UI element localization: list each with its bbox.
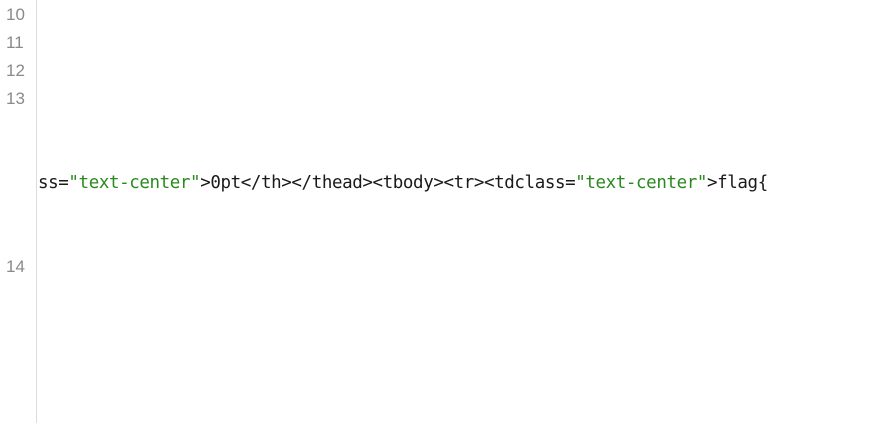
- line-number: 13: [6, 89, 25, 108]
- code-token-string: "text-center": [68, 173, 201, 193]
- code-line[interactable]: ss="text-center">0pt</th></thead><tbody>…: [38, 172, 768, 194]
- line-number: 11: [6, 33, 24, 52]
- line-number: 12: [6, 61, 25, 80]
- code-editor[interactable]: 10 11 12 13 14 ss="text-center">0pt</th>…: [0, 0, 885, 423]
- line-number: 14: [6, 257, 25, 276]
- code-token-attribute: ss=: [38, 173, 69, 193]
- code-token-markup: >flag{: [707, 173, 768, 193]
- line-number: 10: [6, 5, 25, 24]
- code-token-string: "text-center": [575, 173, 708, 193]
- code-token-markup: >0pt</th></thead><tbody><tr><tdclass=: [200, 173, 576, 193]
- line-number-gutter: 10 11 12 13 14: [0, 0, 37, 423]
